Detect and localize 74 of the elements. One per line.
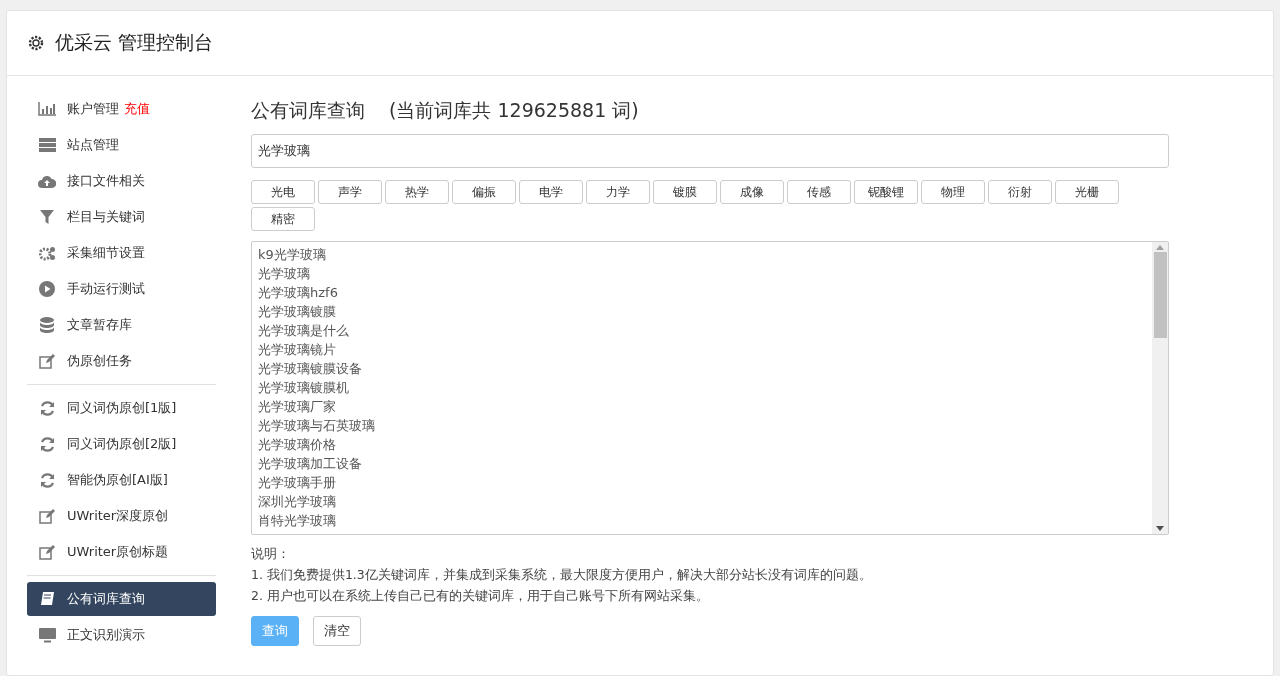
result-item[interactable]: 光学玻璃: [258, 264, 1146, 283]
result-item[interactable]: 光学玻璃镜片: [258, 340, 1146, 359]
sidebar-item[interactable]: 公有词库查询: [27, 582, 216, 616]
category-tag[interactable]: 精密: [251, 207, 315, 231]
sidebar-item[interactable]: 采集细节设置: [27, 236, 216, 270]
edit-icon: [39, 544, 55, 560]
category-tag[interactable]: 电学: [519, 180, 583, 204]
refresh-icon: [39, 400, 55, 416]
refresh-icon: [39, 472, 55, 488]
result-item[interactable]: 光学玻璃镀膜: [258, 302, 1146, 321]
category-tag[interactable]: 传感: [787, 180, 851, 204]
monitor-icon: [38, 627, 56, 643]
category-tag[interactable]: 偏振: [452, 180, 516, 204]
word-count-note: (当前词库共 129625881 词): [389, 98, 639, 123]
sidebar-item[interactable]: UWriter深度原创: [27, 499, 216, 533]
bar-chart-icon: [38, 102, 56, 116]
result-item[interactable]: 光学玻璃镀膜机: [258, 378, 1146, 397]
sidebar-item[interactable]: 伪原创任务: [27, 344, 216, 378]
sidebar-item[interactable]: 正文识别演示: [27, 618, 216, 652]
database-icon: [40, 317, 54, 333]
sidebar-item[interactable]: 账户管理 充值: [27, 92, 216, 126]
category-tag[interactable]: 镀膜: [653, 180, 717, 204]
book-icon: [39, 591, 55, 607]
result-item[interactable]: 光学玻璃hzf6: [258, 283, 1146, 302]
gears-icon: [38, 245, 56, 261]
category-tag[interactable]: 声学: [318, 180, 382, 204]
recharge-link[interactable]: 充值: [124, 100, 150, 118]
result-item[interactable]: 光学玻璃手册: [258, 473, 1146, 492]
result-item[interactable]: 深圳光学玻璃: [258, 492, 1146, 511]
category-tag[interactable]: 物理: [921, 180, 985, 204]
note-text: 2. 用户也可以在系统上传自己已有的关键词库，用于自己账号下所有网站采集。: [251, 587, 710, 605]
sidebar-item[interactable]: 同义词伪原创[2版]: [27, 427, 216, 461]
result-item[interactable]: 光学玻璃镀膜设备: [258, 359, 1146, 378]
result-item[interactable]: 肖特光学玻璃: [258, 511, 1146, 530]
app-title: 优采云 管理控制台: [55, 30, 214, 55]
edit-icon: [39, 353, 55, 369]
scrollbar[interactable]: [1152, 242, 1168, 534]
scrollbar-thumb[interactable]: [1153, 252, 1167, 338]
category-tag[interactable]: 力学: [586, 180, 650, 204]
sidebar-item[interactable]: 文章暂存库: [27, 308, 216, 342]
category-tag[interactable]: 光栅: [1055, 180, 1119, 204]
sidebar-item[interactable]: 站点管理: [27, 128, 216, 162]
result-item[interactable]: 光学玻璃与石英玻璃: [258, 416, 1146, 435]
server-icon: [38, 138, 56, 152]
result-item[interactable]: 光学玻璃价格: [258, 435, 1146, 454]
play-circle-icon: [39, 281, 55, 297]
page-title: 公有词库查询: [251, 98, 365, 123]
notes-heading: 说明：: [251, 545, 291, 563]
category-tag[interactable]: 成像: [720, 180, 784, 204]
clear-button[interactable]: 清空: [313, 616, 361, 646]
cloud-upload-icon: [38, 174, 56, 188]
sidebar-item[interactable]: 同义词伪原创[1版]: [27, 391, 216, 425]
edit-icon: [39, 508, 55, 524]
sidebar-item[interactable]: 接口文件相关: [27, 164, 216, 198]
result-item[interactable]: 光学玻璃厂家: [258, 397, 1146, 416]
result-item[interactable]: 光学玻璃加工设备: [258, 454, 1146, 473]
category-tag[interactable]: 光电: [251, 180, 315, 204]
category-tag[interactable]: 衍射: [988, 180, 1052, 204]
result-item[interactable]: k9光学玻璃: [258, 245, 1146, 264]
results-listbox[interactable]: k9光学玻璃 光学玻璃 光学玻璃hzf6 光学玻璃镀膜 光学玻璃是什么 光学玻璃镜片 光学玻璃镀膜设备 光学玻璃镀膜机 光学玻璃厂家 光学玻璃与石英玻璃 光学玻璃价格 光学玻璃加工设备 光学玻璃手册 深圳光学玻璃 肖特光学玻璃: [251, 241, 1169, 535]
keyword-search-field[interactable]: 光学玻璃: [251, 134, 1169, 168]
filter-icon: [40, 210, 54, 224]
sidebar-item[interactable]: 手动运行测试: [27, 272, 216, 306]
sidebar-item[interactable]: UWriter原创标题: [27, 535, 216, 569]
category-tag[interactable]: 热学: [385, 180, 449, 204]
scroll-down-arrow-icon[interactable]: [1156, 526, 1164, 531]
scroll-up-arrow-icon[interactable]: [1156, 245, 1164, 250]
refresh-icon: [39, 436, 55, 452]
settings-icon: [27, 34, 45, 52]
note-text: 1. 我们免费提供1.3亿关键词库，并集成到采集系统，最大限度方便用户，解决大部分站长没有词库的问题。: [251, 566, 873, 584]
category-tag[interactable]: 铌酸锂: [854, 180, 918, 204]
sidebar-item[interactable]: 智能伪原创[AI版]: [27, 463, 216, 497]
sidebar-item[interactable]: 栏目与关键词: [27, 200, 216, 234]
result-item[interactable]: 光学玻璃是什么: [258, 321, 1146, 340]
